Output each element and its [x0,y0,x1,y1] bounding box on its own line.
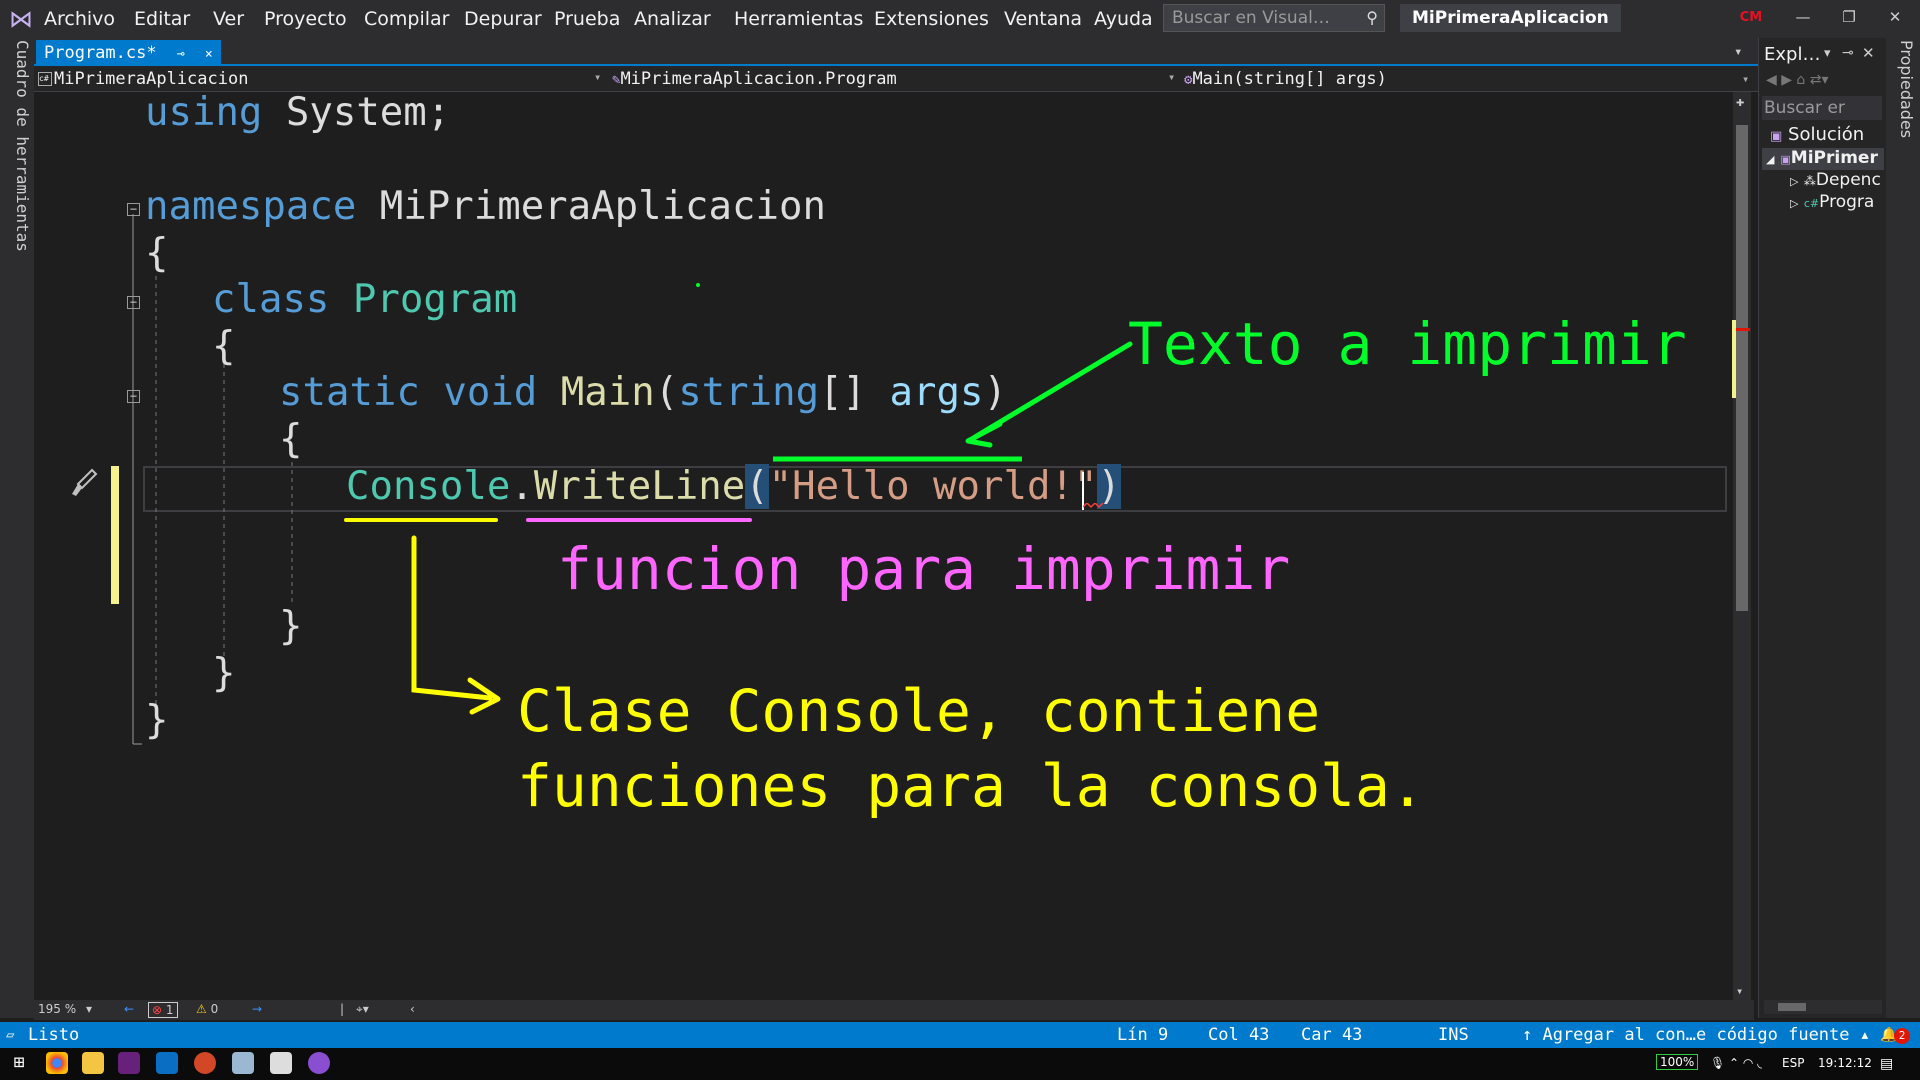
battery-indicator[interactable]: 100% [1656,1054,1699,1070]
collapsed-icon: ▷ [1790,175,1799,188]
yellow-arrow [411,535,493,701]
solution-search-placeholder: Buscar er [1764,98,1845,118]
windows-start-icon[interactable]: ⊞ [8,1052,30,1074]
scroll-left-icon[interactable]: ‹ [410,1002,415,1016]
split-editor-icon[interactable]: ✚ [1736,94,1744,110]
hscroll-thumb[interactable] [1778,1003,1806,1011]
tree-item-label: Progra [1819,192,1875,212]
chevron-down-icon[interactable]: ▾ [86,1002,92,1016]
add-to-source-control-button[interactable]: ↑ Agregar al con…e código fuente ▴ [1522,1022,1870,1048]
error-icon: ⊗ [152,1003,163,1017]
warning-count[interactable]: ⚠ 0 [196,1002,218,1016]
panel-options-icon[interactable]: ▾ [1824,46,1831,61]
solution-icon: ▣ [1770,129,1783,144]
forward-arrow-icon[interactable]: → [252,1002,262,1016]
notepad-icon[interactable] [232,1052,254,1074]
tree-item-program[interactable]: ▷ c#Progra [1790,192,1884,212]
back-arrow-icon[interactable]: ← [124,1002,134,1016]
warning-icon: ⚠ [196,1002,207,1016]
solution-hscrollbar[interactable] [1764,1000,1882,1014]
green-arrowhead [965,421,1003,448]
insert-mode[interactable]: INS [1438,1022,1469,1048]
scrollbar-change-marker [1732,320,1736,398]
error-count[interactable]: ⊗ 1 [148,1002,178,1018]
tree-item-solution[interactable]: ▣ Solución [1770,124,1864,145]
clock[interactable]: 19:12:12 [1818,1056,1872,1070]
green-dot [696,283,700,287]
code-cleanup-icon[interactable]: ⌖▾ [356,1002,369,1017]
warning-count-value: 0 [210,1002,219,1016]
visual-studio-icon[interactable] [118,1052,140,1074]
status-icon: ▱ [6,1027,15,1043]
photos-icon[interactable] [270,1052,292,1074]
close-icon[interactable]: ✕ [1862,44,1875,62]
tree-item-label: Solución [1788,124,1865,145]
file-explorer-icon[interactable] [82,1052,104,1074]
vscode-icon[interactable] [156,1052,178,1074]
collapsed-icon: ▷ [1790,197,1799,210]
scroll-down-icon[interactable]: ▾ [1736,984,1743,998]
action-center-icon[interactable]: ▤ [1880,1056,1893,1072]
divider: | [340,1002,345,1016]
char-number[interactable]: Car 43 [1301,1022,1362,1048]
input-language[interactable]: ESP [1782,1056,1804,1070]
right-tool-strip [1886,38,1920,1018]
scrollbar-error-marker [1736,328,1750,331]
tree-item-label: Depenc [1815,170,1881,190]
tree-item-dependencies[interactable]: ▷ ⁂Depenc [1790,170,1884,190]
properties-tab[interactable]: Propiedades [1890,40,1916,160]
powerpoint-icon[interactable] [194,1052,216,1074]
tree-item-project[interactable]: ◢ ▣MiPrimer [1766,148,1884,168]
expanded-icon: ◢ [1766,153,1775,166]
notification-count[interactable]: 2 [1894,1028,1910,1044]
dependencies-icon: ⁂ [1803,174,1816,188]
tree-item-label: MiPrimer [1790,148,1878,168]
pin-icon[interactable]: ⊸ [1842,45,1854,61]
column-number[interactable]: Col 43 [1208,1022,1269,1048]
solution-explorer-title: Expl… [1764,44,1821,65]
error-count-value: 1 [165,1003,174,1017]
solution-search-input[interactable]: Buscar er [1762,96,1882,120]
editor-footer-bar [34,1000,1754,1020]
tray-icons[interactable]: 🎙 ⌃ ◠ ◟ [1710,1056,1762,1070]
app-icon[interactable] [308,1052,330,1074]
sol-toolbar-icons[interactable]: ◀ ▶ ⌂ ⇄▾ [1766,72,1829,88]
csharp-project-icon: ▣ [1780,153,1791,166]
chrome-icon[interactable] [46,1052,68,1074]
line-number[interactable]: Lín 9 [1117,1022,1168,1048]
csharp-file-icon: c# [1803,197,1820,210]
vertical-scroll-thumb[interactable] [1736,125,1748,611]
annotation-strokes [344,283,1133,715]
zoom-level[interactable]: 195 % [38,1002,76,1016]
status-text: Listo [28,1025,80,1045]
